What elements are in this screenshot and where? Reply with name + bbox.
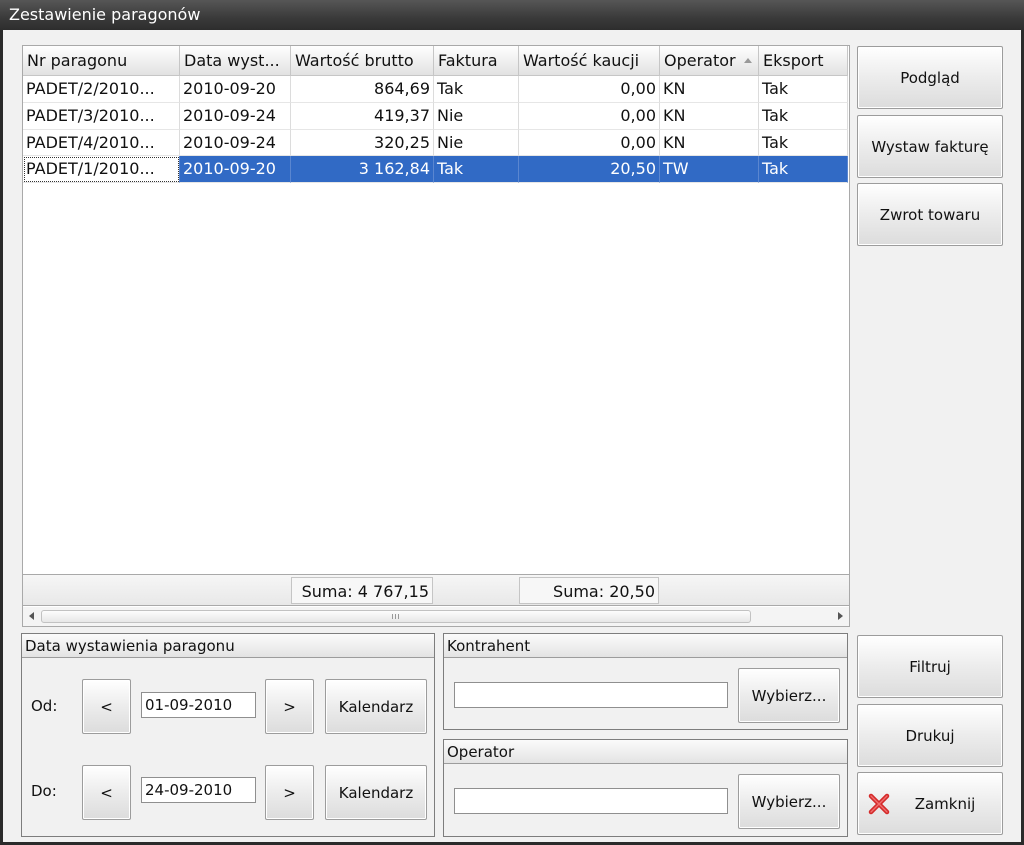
cell-export: Tak — [759, 102, 848, 130]
return-goods-button[interactable]: Zwrot towaru — [857, 183, 1003, 246]
close-x-icon — [868, 793, 890, 815]
receipts-table[interactable]: Nr paragonu Data wyst... Wartość brutto … — [22, 45, 850, 627]
to-next-button[interactable]: > — [265, 765, 314, 820]
scroll-left-icon[interactable] — [29, 612, 34, 620]
close-button-label: Zamknij — [914, 794, 976, 813]
operator-group-title: Operator — [444, 740, 847, 764]
cell-nr: PADET/1/2010... — [23, 156, 180, 184]
scrollbar-thumb[interactable] — [41, 610, 751, 623]
cell-deposit: 20,50 — [519, 156, 660, 184]
cell-invoice: Nie — [434, 129, 519, 157]
cell-invoice: Nie — [434, 102, 519, 130]
cell-invoice: Tak — [434, 156, 519, 184]
cell-deposit: 0,00 — [519, 76, 660, 103]
cell-nr: PADET/3/2010... — [23, 102, 180, 130]
scroll-right-icon[interactable] — [838, 612, 843, 620]
cell-date: 2010-09-24 — [180, 102, 291, 130]
cell-gross: 3 162,84 — [291, 156, 434, 184]
cell-gross: 320,25 — [291, 129, 434, 157]
cell-operator: KN — [660, 129, 759, 157]
horizontal-scrollbar[interactable] — [23, 607, 849, 626]
operator-input[interactable] — [454, 788, 728, 814]
cell-deposit: 0,00 — [519, 129, 660, 157]
table-body: PADET/2/2010... 2010-09-20 864,69 Tak 0,… — [23, 76, 848, 184]
cell-gross: 864,69 — [291, 76, 434, 103]
client-area: Nr paragonu Data wyst... Wartość brutto … — [3, 30, 1021, 842]
contractor-group-title: Kontrahent — [444, 634, 847, 658]
to-prev-button[interactable]: < — [82, 765, 131, 820]
column-header-gross[interactable]: Wartość brutto — [291, 46, 434, 76]
cell-operator: KN — [660, 76, 759, 103]
print-button[interactable]: Drukuj — [857, 704, 1003, 767]
choose-contractor-button[interactable]: Wybierz... — [738, 668, 840, 723]
table-row[interactable]: PADET/3/2010... 2010-09-24 419,37 Nie 0,… — [23, 102, 848, 130]
window: Zestawienie paragonów Nr paragonu Data w… — [0, 0, 1024, 845]
issue-invoice-button[interactable]: Wystaw fakturę — [857, 115, 1003, 178]
cell-export: Tak — [759, 76, 848, 103]
column-header-operator-label: Operator — [664, 51, 736, 70]
table-row-selected[interactable]: PADET/1/2010... 2010-09-20 3 162,84 Tak … — [23, 156, 848, 184]
cell-export: Tak — [759, 129, 848, 157]
from-date-input[interactable]: 01-09-2010 — [141, 692, 256, 718]
sum-deposit: Suma: 20,50 — [519, 577, 659, 604]
column-header-operator[interactable]: Operator — [660, 46, 759, 76]
from-prev-button[interactable]: < — [82, 679, 131, 734]
to-calendar-button[interactable]: Kalendarz — [325, 765, 427, 820]
cell-date: 2010-09-20 — [180, 156, 291, 184]
contractor-group: Kontrahent Wybierz... — [443, 633, 848, 730]
from-next-button[interactable]: > — [265, 679, 314, 734]
cell-export: Tak — [759, 156, 848, 184]
contractor-input[interactable] — [454, 682, 728, 708]
cell-nr: PADET/4/2010... — [23, 129, 180, 157]
table-row[interactable]: PADET/2/2010... 2010-09-20 864,69 Tak 0,… — [23, 76, 848, 103]
sort-ascending-icon — [744, 58, 752, 63]
cell-date: 2010-09-20 — [180, 76, 291, 103]
operator-group: Operator Wybierz... — [443, 739, 848, 837]
cell-operator: KN — [660, 102, 759, 130]
cell-deposit: 0,00 — [519, 102, 660, 130]
column-header-deposit[interactable]: Wartość kaucji — [519, 46, 660, 76]
column-header-date[interactable]: Data wyst... — [180, 46, 291, 76]
column-header-invoice[interactable]: Faktura — [434, 46, 519, 76]
summary-row: Suma: 4 767,15 Suma: 20,50 — [23, 574, 849, 606]
cell-invoice: Tak — [434, 76, 519, 103]
sum-gross: Suma: 4 767,15 — [291, 577, 433, 604]
to-label: Do: — [31, 782, 57, 800]
choose-operator-button[interactable]: Wybierz... — [738, 774, 840, 829]
from-calendar-button[interactable]: Kalendarz — [325, 679, 427, 734]
cell-nr: PADET/2/2010... — [23, 76, 180, 103]
window-title: Zestawienie paragonów — [0, 0, 1024, 30]
column-header-nr[interactable]: Nr paragonu — [23, 46, 180, 76]
cell-date: 2010-09-24 — [180, 129, 291, 157]
close-button[interactable]: Zamknij — [857, 772, 1003, 835]
to-date-input[interactable]: 24-09-2010 — [141, 777, 256, 803]
from-label: Od: — [31, 697, 58, 715]
date-group-title: Data wystawienia paragonu — [22, 634, 434, 658]
table-header: Nr paragonu Data wyst... Wartość brutto … — [23, 46, 848, 76]
table-row[interactable]: PADET/4/2010... 2010-09-24 320,25 Nie 0,… — [23, 129, 848, 157]
grip-icon — [392, 614, 400, 619]
cell-operator: TW — [660, 156, 759, 184]
column-header-export[interactable]: Eksport — [759, 46, 848, 76]
date-range-group: Data wystawienia paragonu Od: < 01-09-20… — [21, 633, 435, 837]
cell-gross: 419,37 — [291, 102, 434, 130]
filter-button[interactable]: Filtruj — [857, 635, 1003, 698]
preview-button[interactable]: Podgląd — [857, 46, 1003, 109]
